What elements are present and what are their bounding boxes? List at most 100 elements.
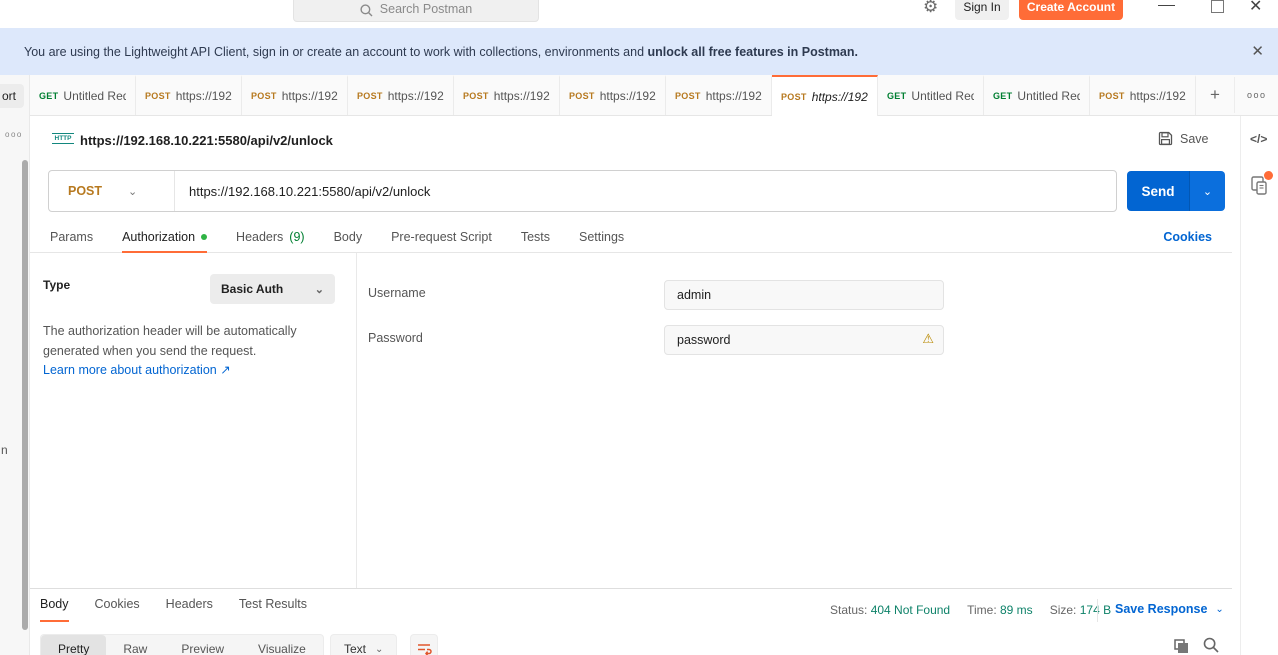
global-search-input[interactable]: Search Postman: [293, 0, 539, 22]
editor-tab-strip: GET Untitled Req POST https://192 POST https:…: [30, 75, 1278, 116]
meta-divider: [1097, 599, 1098, 622]
headers-count: (9): [289, 230, 304, 244]
username-label: Username: [368, 286, 426, 300]
wrap-text-button[interactable]: [410, 634, 438, 655]
request-tab-bar: Params Authorization Headers(9) Body Pre-req…: [30, 222, 1232, 253]
send-options-chevron-icon[interactable]: ⌄: [1189, 171, 1225, 211]
editor-tab[interactable]: GETUntitled Req: [878, 75, 984, 115]
request-tab-settings[interactable]: Settings: [579, 222, 624, 253]
app-header: Search Postman ⚙ Sign In Create Account …: [0, 0, 1278, 28]
editor-tab[interactable]: POSThttps://192: [666, 75, 772, 115]
format-value: Text: [344, 642, 366, 655]
tab-title: Untitled Req: [1017, 89, 1080, 103]
response-tab-headers[interactable]: Headers: [166, 597, 213, 622]
editor-tab[interactable]: GETUntitled Req: [30, 75, 136, 115]
tab-title: https://192: [176, 89, 232, 103]
chevron-down-icon: ⌄: [375, 644, 383, 655]
add-tab-icon[interactable]: +: [1196, 85, 1234, 105]
wrap-text-icon: [417, 643, 432, 655]
request-title: https://192.168.10.221:5580/api/v2/unloc…: [80, 133, 333, 148]
method-select[interactable]: POST ⌄: [49, 171, 175, 211]
active-auth-dot: [201, 234, 207, 240]
view-tab-raw[interactable]: Raw: [106, 635, 164, 655]
response-tab-bar: Body Cookies Headers Test Results: [40, 597, 307, 622]
password-input[interactable]: [664, 325, 944, 355]
editor-tab[interactable]: POSThttps://192: [1090, 75, 1196, 115]
editor-tab[interactable]: POSThttps://192: [772, 75, 878, 116]
search-placeholder: Search Postman: [380, 2, 472, 16]
tab-title: https://192: [282, 89, 338, 103]
editor-tab[interactable]: POSThttps://192: [560, 75, 666, 115]
create-account-button[interactable]: Create Account: [1019, 0, 1123, 20]
tab-strip-actions: + ooo: [1196, 75, 1278, 115]
create-account-label: Create Account: [1027, 0, 1115, 14]
request-tab-body[interactable]: Body: [334, 222, 363, 253]
search-response-icon[interactable]: [1203, 637, 1219, 655]
settings-gear-icon[interactable]: ⚙: [923, 0, 938, 17]
notification-dot: [1264, 171, 1273, 180]
send-label: Send: [1141, 184, 1174, 199]
banner-close-icon[interactable]: ✕: [1251, 42, 1264, 60]
request-tab-label: Pre-request Script: [391, 230, 492, 244]
response-meta: Status: 404 Not Found Time: 89 ms Size: …: [830, 603, 1111, 617]
save-response-button[interactable]: Save Response ⌄: [1115, 602, 1224, 616]
banner-text: You are using the Lightweight API Client…: [24, 45, 858, 59]
editor-tab[interactable]: POSThttps://192: [454, 75, 560, 115]
sidebar-more-icon[interactable]: ooo: [5, 130, 23, 139]
request-tab-pre-request-script[interactable]: Pre-request Script: [391, 222, 492, 253]
tab-method-label: GET: [993, 91, 1012, 101]
code-snippet-icon[interactable]: </>: [1250, 132, 1267, 146]
editor-tab[interactable]: GET Untitled Req: [984, 75, 1090, 115]
auth-type-label: Type: [43, 278, 70, 292]
view-tab-visualize[interactable]: Visualize: [241, 635, 323, 655]
pane-divider: [356, 253, 357, 588]
auth-type-select[interactable]: Basic Auth ⌄: [210, 274, 335, 304]
format-dropdown[interactable]: Text ⌄: [330, 634, 397, 655]
editor-tab[interactable]: POST https://192: [348, 75, 454, 115]
request-tab-label: Settings: [579, 230, 624, 244]
request-tab-params[interactable]: Params: [50, 222, 93, 253]
request-tab-tests[interactable]: Tests: [521, 222, 550, 253]
save-floppy-icon: [1158, 131, 1173, 146]
save-button[interactable]: Save: [1158, 131, 1209, 146]
search-icon: [360, 4, 373, 17]
request-tab-authorization[interactable]: Authorization: [122, 222, 207, 253]
learn-more-link[interactable]: Learn more about authorization ↗: [43, 362, 231, 377]
documentation-icon[interactable]: [1251, 176, 1268, 200]
username-input[interactable]: [664, 280, 944, 310]
window-minimize-icon[interactable]: [1158, 5, 1175, 6]
sign-in-label: Sign In: [963, 0, 1000, 14]
tab-strip-more-icon[interactable]: ooo: [1234, 77, 1278, 113]
tab-method-label: POST: [569, 91, 595, 101]
request-tab-headers[interactable]: Headers(9): [236, 222, 305, 253]
view-tab-pretty[interactable]: Pretty: [41, 635, 106, 655]
window-close-icon[interactable]: ✕: [1249, 0, 1262, 16]
chevron-down-icon: ⌄: [1215, 604, 1223, 615]
response-tab-test-results[interactable]: Test Results: [239, 597, 307, 622]
response-tab-body[interactable]: Body: [40, 597, 69, 622]
chevron-down-icon: ⌄: [315, 283, 324, 296]
save-label: Save: [1180, 132, 1209, 146]
response-tab-cookies[interactable]: Cookies: [95, 597, 140, 622]
editor-tab[interactable]: POSThttps://192: [136, 75, 242, 115]
window-maximize-icon[interactable]: [1211, 0, 1224, 13]
username-field-wrap: [664, 280, 944, 310]
tab-method-label: POST: [357, 91, 383, 101]
copy-response-icon[interactable]: [1174, 639, 1189, 655]
import-button-fragment[interactable]: ort: [0, 84, 24, 108]
view-tab-preview[interactable]: Preview: [164, 635, 241, 655]
cookies-link[interactable]: Cookies: [1163, 230, 1232, 244]
url-input[interactable]: [175, 171, 1116, 211]
tab-method-label: POST: [1099, 91, 1125, 101]
request-url-bar: POST ⌄: [48, 170, 1117, 212]
editor-tab[interactable]: POSThttps://192: [242, 75, 348, 115]
request-tab-label: Params: [50, 230, 93, 244]
tab-title: https://192: [388, 89, 444, 103]
chevron-down-icon: ⌄: [128, 185, 137, 198]
send-button[interactable]: Send: [1127, 171, 1189, 211]
warning-icon: ⚠: [922, 332, 934, 345]
sign-in-button[interactable]: Sign In: [955, 0, 1009, 20]
password-field-wrap: ⚠: [664, 325, 944, 355]
sidebar-scrollbar[interactable]: [22, 160, 28, 630]
tab-method-label: GET: [39, 91, 58, 101]
